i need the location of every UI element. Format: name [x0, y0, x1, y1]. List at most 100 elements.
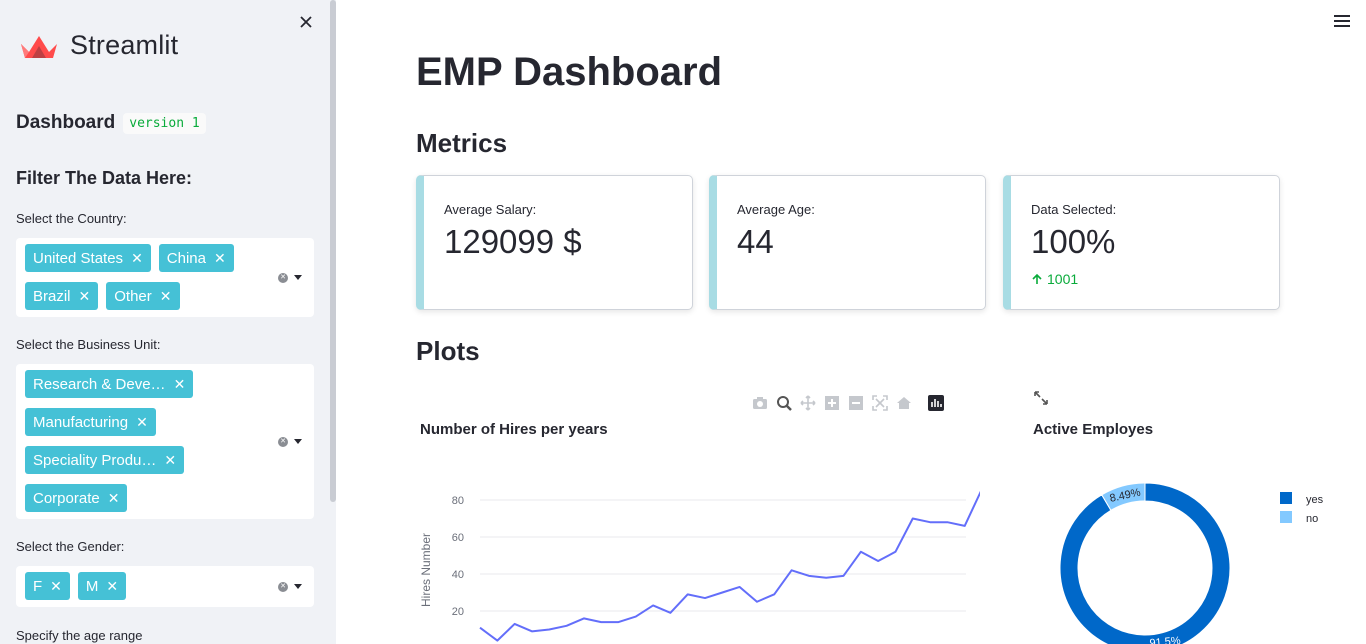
- arrow-up-icon: [1032, 273, 1042, 284]
- y-axis-label: Hires Number: [419, 533, 433, 607]
- tag-country: China ✕: [158, 244, 234, 272]
- country-tags: United States ✕ China ✕ Brazil ✕ Other ✕: [25, 244, 264, 310]
- tag-business-unit: Speciality Produ… ✕: [25, 446, 185, 474]
- legend-swatch: [1280, 511, 1292, 523]
- tag-business-unit: Manufacturing ✕: [25, 408, 156, 436]
- series-line-hires: [479, 490, 980, 642]
- y-tick-label: 60: [452, 532, 464, 544]
- tag-business-unit: Corporate ✕: [25, 484, 128, 512]
- tag-label: F: [33, 577, 43, 595]
- remove-tag-icon[interactable]: ✕: [108, 490, 120, 507]
- remove-tag-icon[interactable]: ✕: [160, 288, 172, 305]
- zoom-in-icon[interactable]: [824, 395, 840, 411]
- pie-chart-title: Active Employes: [1033, 421, 1154, 438]
- metric-card-salary: Average Salary: 129099 $: [416, 175, 693, 310]
- business-unit-multiselect[interactable]: Research & Deve… ✕ Manufacturing ✕ Special…: [16, 364, 314, 519]
- sidebar: Streamlit Dashboard version 1 Filter The…: [0, 0, 336, 644]
- business-unit-label: Select the Business Unit:: [16, 337, 161, 352]
- plotly-logo-icon[interactable]: [928, 395, 944, 411]
- country-controls: ✕: [278, 272, 302, 283]
- tag-country: Brazil ✕: [25, 282, 99, 310]
- plots-heading: Plots: [416, 336, 480, 366]
- menu-icon[interactable]: [1334, 15, 1350, 28]
- gender-label: Select the Gender:: [16, 539, 125, 554]
- tag-label: Research & Deve…: [33, 375, 166, 393]
- gender-multiselect[interactable]: F ✕ M ✕ ✕: [16, 566, 314, 607]
- metric-delta: 1001: [1031, 271, 1259, 287]
- country-label: Select the Country:: [16, 211, 127, 226]
- gender-tags: F ✕ M ✕: [25, 572, 264, 600]
- business-unit-tags: Research & Deve… ✕ Manufacturing ✕ Special…: [25, 370, 264, 512]
- tag-label: Brazil: [33, 287, 71, 305]
- slice-value-label: 91.5%: [1149, 635, 1181, 644]
- tag-country: Other ✕: [106, 282, 180, 310]
- metric-label: Data Selected:: [1031, 202, 1117, 217]
- clear-icon[interactable]: ✕: [278, 272, 288, 283]
- metric-card-data-selected: Data Selected: 100% 1001: [1003, 175, 1280, 310]
- remove-tag-icon[interactable]: ✕: [164, 452, 176, 469]
- chevron-down-icon[interactable]: [294, 584, 302, 589]
- remove-tag-icon[interactable]: ✕: [106, 578, 118, 595]
- pan-icon[interactable]: [800, 395, 816, 411]
- app-root: Streamlit Dashboard version 1 Filter The…: [0, 0, 1366, 644]
- tag-label: Other: [114, 287, 152, 305]
- filter-title: Filter The Data Here:: [16, 168, 193, 188]
- line-chart-title: Number of Hires per years: [420, 421, 608, 438]
- metric-card-age: Average Age: 44: [709, 175, 986, 310]
- metric-value: 129099 $: [444, 223, 582, 260]
- zoom-icon[interactable]: [776, 395, 792, 411]
- page-title: EMP Dashboard: [416, 50, 722, 94]
- business-unit-controls: ✕: [278, 436, 302, 447]
- tag-label: Manufacturing: [33, 413, 129, 431]
- remove-tag-icon[interactable]: ✕: [214, 250, 226, 267]
- clear-icon[interactable]: ✕: [278, 436, 288, 447]
- tag-gender: M ✕: [77, 572, 127, 600]
- dashboard-header: Dashboard version 1: [16, 112, 206, 134]
- fullscreen-icon[interactable]: [1033, 390, 1049, 406]
- close-icon: [300, 16, 312, 28]
- tag-country: United States ✕: [25, 244, 151, 272]
- camera-icon[interactable]: [752, 395, 768, 411]
- metric-value: 100%: [1031, 223, 1116, 260]
- remove-tag-icon[interactable]: ✕: [50, 578, 62, 595]
- y-tick-label: 80: [452, 495, 464, 507]
- streamlit-crown-icon: [21, 35, 57, 58]
- tag-label: United States: [33, 249, 124, 267]
- chevron-down-icon[interactable]: [294, 275, 302, 280]
- streamlit-logo[interactable]: Streamlit: [18, 30, 178, 61]
- tag-label: Speciality Produ…: [33, 451, 157, 469]
- remove-tag-icon[interactable]: ✕: [136, 414, 148, 431]
- country-multiselect[interactable]: United States ✕ China ✕ Brazil ✕ Other ✕ ✕: [16, 238, 314, 317]
- logo-text: Streamlit: [70, 30, 179, 60]
- gender-controls: ✕: [278, 581, 302, 592]
- metric-label: Average Age:: [737, 202, 815, 217]
- autoscale-icon[interactable]: [872, 395, 888, 411]
- metric-value: 44: [737, 223, 774, 260]
- tag-gender: F ✕: [25, 572, 70, 600]
- tag-business-unit: Research & Deve… ✕: [25, 370, 194, 398]
- tag-label: China: [166, 249, 206, 267]
- clear-icon[interactable]: ✕: [278, 581, 288, 592]
- metric-delta-value: 1001: [1047, 271, 1079, 287]
- home-icon[interactable]: [896, 395, 912, 411]
- tag-label: Corporate: [33, 489, 100, 507]
- close-sidebar-button[interactable]: [296, 13, 316, 33]
- remove-tag-icon[interactable]: ✕: [79, 288, 91, 305]
- pie-slice-yes: [1059, 482, 1231, 644]
- y-tick-label: 20: [452, 606, 464, 618]
- legend-swatch: [1280, 492, 1292, 504]
- sidebar-scrollbar[interactable]: [330, 0, 336, 502]
- metric-label: Average Salary:: [444, 202, 537, 217]
- dashboard-title: Dashboard: [16, 112, 116, 133]
- metrics-heading: Metrics: [416, 128, 508, 158]
- zoom-out-icon[interactable]: [848, 395, 864, 411]
- tag-label: M: [85, 577, 99, 595]
- y-tick-label: 40: [452, 569, 464, 581]
- hires-line-chart[interactable]: 20 40 60 80 Hires Number: [410, 470, 980, 644]
- version-badge: version 1: [123, 112, 206, 134]
- chevron-down-icon[interactable]: [294, 439, 302, 444]
- remove-tag-icon[interactable]: ✕: [131, 250, 143, 267]
- remove-tag-icon[interactable]: ✕: [174, 376, 186, 393]
- active-employees-donut-chart[interactable]: 91.5%8.49% yesno: [1040, 470, 1360, 644]
- legend-label: yes: [1306, 494, 1324, 506]
